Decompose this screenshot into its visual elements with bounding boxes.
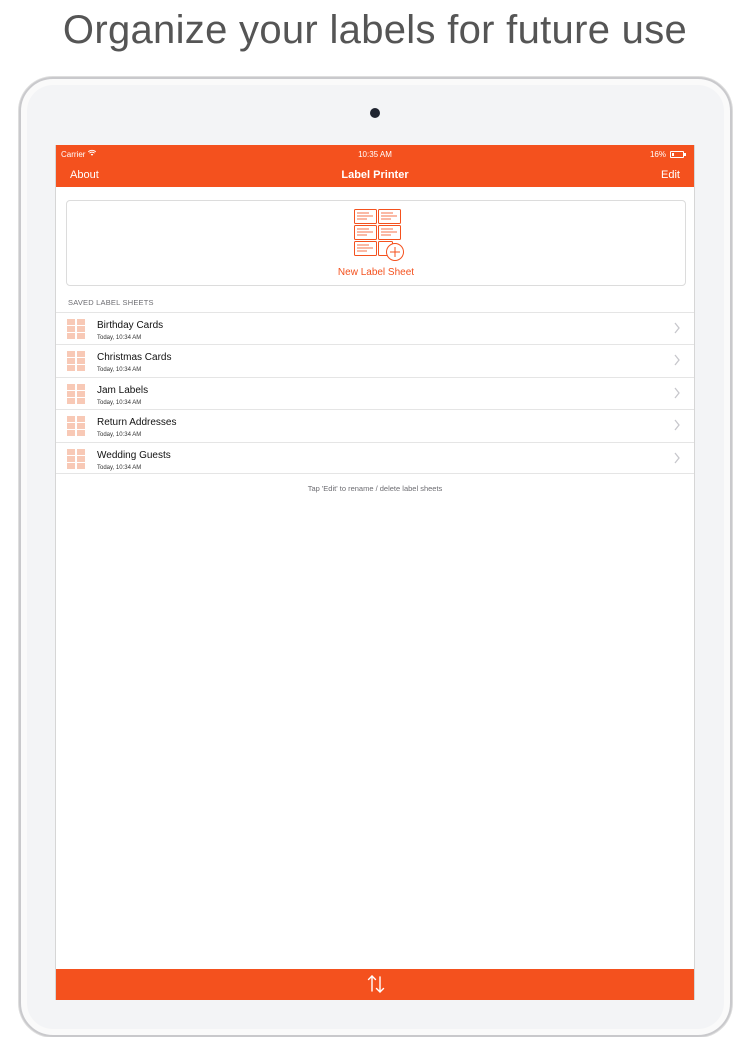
status-time: 10:35 AM	[358, 150, 392, 159]
sheet-thumbnail-icon	[67, 319, 85, 339]
sheet-name: Christmas Cards	[97, 352, 172, 364]
sheet-thumbnail-icon	[67, 383, 85, 404]
saved-sheets-list: Birthday Cards Today, 10:34 AM Christmas…	[56, 312, 694, 474]
chevron-right-icon	[674, 354, 680, 366]
new-label-sheet-label: New Label Sheet	[337, 267, 415, 278]
chevron-right-icon	[674, 387, 680, 399]
edit-button[interactable]: Edit	[661, 169, 680, 181]
sheet-name: Return Addresses	[97, 417, 177, 429]
battery-percent: 16%	[649, 150, 666, 159]
list-item[interactable]: Birthday Cards Today, 10:34 AM	[56, 312, 694, 344]
sheet-date: Today, 10:34 AM	[97, 335, 142, 341]
nav-title: Label Printer	[341, 169, 409, 181]
bottom-toolbar	[56, 969, 694, 1000]
sheet-date: Today, 10:34 AM	[97, 367, 142, 374]
sheet-name: Jam Labels	[97, 384, 149, 396]
camera-icon	[370, 108, 380, 118]
sheet-name: Wedding Guests	[97, 449, 171, 461]
sheet-date: Today, 10:34 AM	[97, 399, 142, 406]
battery-icon	[670, 151, 686, 158]
list-item[interactable]: Return Addresses Today, 10:34 AM	[56, 409, 694, 441]
marketing-headline: Organize your labels for future use	[62, 8, 688, 52]
footer-hint: Tap 'Edit' to rename / delete label shee…	[307, 484, 443, 493]
status-bar: Carrier 10:35 AM 16%	[56, 145, 694, 165]
chevron-right-icon	[674, 452, 680, 463]
sheet-thumbnail-icon	[67, 448, 85, 469]
chevron-right-icon	[674, 322, 680, 334]
sheet-name: Birthday Cards	[97, 320, 164, 331]
list-item[interactable]: Jam Labels Today, 10:34 AM	[56, 376, 694, 409]
about-button[interactable]: About	[70, 169, 99, 181]
section-header: SAVED LABEL SHEETS	[68, 298, 154, 307]
new-label-sheet-button[interactable]: New Label Sheet	[66, 200, 686, 286]
sheet-date: Today, 10:34 AM	[97, 432, 142, 439]
sort-arrows-icon[interactable]	[366, 973, 386, 995]
sheet-thumbnail-icon	[67, 351, 85, 372]
app-screen: Carrier 10:35 AM 16% About Label Printer…	[55, 145, 695, 1000]
navigation-bar: About Label Printer Edit	[56, 165, 694, 187]
label-sheet-add-icon	[354, 209, 404, 261]
chevron-right-icon	[674, 419, 680, 431]
sheet-date: Today, 10:34 AM	[97, 464, 142, 471]
list-item[interactable]: Christmas Cards Today, 10:34 AM	[56, 344, 694, 376]
list-item[interactable]: Wedding Guests Today, 10:34 AM	[56, 441, 694, 474]
sheet-thumbnail-icon	[67, 416, 85, 437]
